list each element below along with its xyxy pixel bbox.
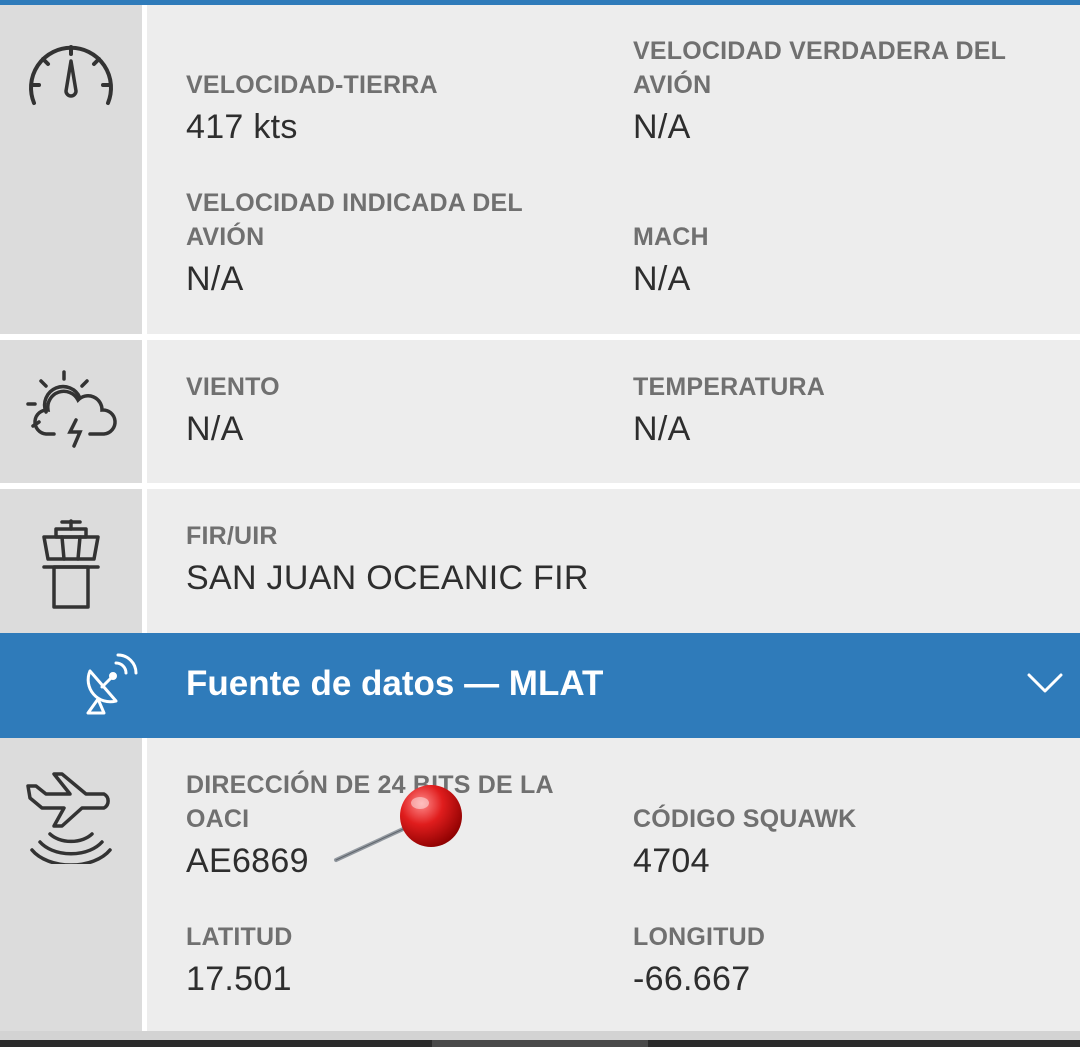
transponder-section: DIRECCIÓN DE 24 BITS DE LA OACI AE6869 C… bbox=[0, 738, 1080, 1031]
squawk-value: 4704 bbox=[633, 842, 710, 880]
aircraft-signal-icon bbox=[26, 772, 112, 864]
bottom-navigation-bar bbox=[0, 1031, 1080, 1047]
temperature-field: TEMPERATURA N/A bbox=[633, 370, 825, 449]
squawk-label: CÓDIGO SQUAWK bbox=[633, 805, 857, 833]
red-pushpin-icon bbox=[334, 785, 462, 862]
longitude-value: -66.667 bbox=[633, 960, 751, 998]
longitude-label: LONGITUD bbox=[633, 923, 766, 951]
fir-field: FIR/UIR SAN JUAN OCEANIC FIR bbox=[186, 519, 589, 598]
control-tower-icon bbox=[42, 519, 100, 609]
ground-speed-field: VELOCIDAD-TIERRA 417 kts bbox=[186, 68, 438, 147]
true-airspeed-label-line1: VELOCIDAD VERDADERA DEL bbox=[633, 37, 1007, 65]
transponder-content: DIRECCIÓN DE 24 BITS DE LA OACI AE6869 C… bbox=[147, 738, 1080, 1031]
latitude-field: LATITUD 17.501 bbox=[186, 920, 292, 999]
temperature-label: TEMPERATURA bbox=[633, 373, 826, 401]
fir-section: FIR/UIR SAN JUAN OCEANIC FIR bbox=[0, 489, 1080, 633]
indicated-airspeed-value: N/A bbox=[186, 260, 244, 298]
latitude-value: 17.501 bbox=[186, 960, 292, 998]
mach-label: MACH bbox=[633, 223, 709, 251]
ground-speed-label: VELOCIDAD-TIERRA bbox=[186, 71, 438, 99]
nav-bar-handle[interactable] bbox=[432, 1040, 648, 1047]
longitude-field: LONGITUD -66.667 bbox=[633, 920, 765, 999]
fir-label: FIR/UIR bbox=[186, 522, 278, 550]
squawk-field: CÓDIGO SQUAWK 4704 bbox=[633, 802, 856, 881]
wind-label: VIENTO bbox=[186, 373, 280, 401]
latitude-label: LATITUD bbox=[186, 923, 293, 951]
mach-value: N/A bbox=[633, 260, 691, 298]
temperature-value: N/A bbox=[633, 410, 691, 448]
speed-icon-column bbox=[0, 5, 142, 334]
speed-content: VELOCIDAD-TIERRA 417 kts VELOCIDAD VERDA… bbox=[147, 5, 1080, 334]
mach-field: MACH N/A bbox=[633, 220, 709, 299]
transponder-icon-column bbox=[0, 738, 142, 1031]
true-airspeed-label-line2: AVIÓN bbox=[633, 71, 712, 99]
indicated-airspeed-label-line2: AVIÓN bbox=[186, 223, 265, 251]
true-airspeed-field: VELOCIDAD VERDADERA DEL AVIÓN N/A bbox=[633, 34, 1006, 147]
wind-field: VIENTO N/A bbox=[186, 370, 280, 449]
weather-icon-column bbox=[0, 340, 142, 483]
satellite-dish-icon bbox=[86, 653, 138, 715]
chevron-down-icon[interactable] bbox=[1027, 671, 1063, 695]
indicated-airspeed-label-line1: VELOCIDAD INDICADA DEL bbox=[186, 189, 523, 217]
speedometer-icon bbox=[29, 45, 113, 105]
ground-speed-value: 417 kts bbox=[186, 108, 298, 146]
true-airspeed-value: N/A bbox=[633, 108, 691, 146]
data-source-header[interactable]: Fuente de datos — MLAT bbox=[0, 633, 1080, 738]
data-source-title: Fuente de datos — MLAT bbox=[186, 664, 604, 703]
fir-icon-column bbox=[0, 489, 142, 633]
fir-content: FIR/UIR SAN JUAN OCEANIC FIR bbox=[147, 489, 1080, 633]
weather-section: VIENTO N/A TEMPERATURA N/A bbox=[0, 340, 1080, 483]
weather-content: VIENTO N/A TEMPERATURA N/A bbox=[147, 340, 1080, 483]
weather-icon bbox=[26, 370, 117, 448]
indicated-airspeed-field: VELOCIDAD INDICADA DEL AVIÓN N/A bbox=[186, 186, 523, 299]
fir-value: SAN JUAN OCEANIC FIR bbox=[186, 559, 589, 597]
speed-section: VELOCIDAD-TIERRA 417 kts VELOCIDAD VERDA… bbox=[0, 5, 1080, 334]
wind-value: N/A bbox=[186, 410, 244, 448]
